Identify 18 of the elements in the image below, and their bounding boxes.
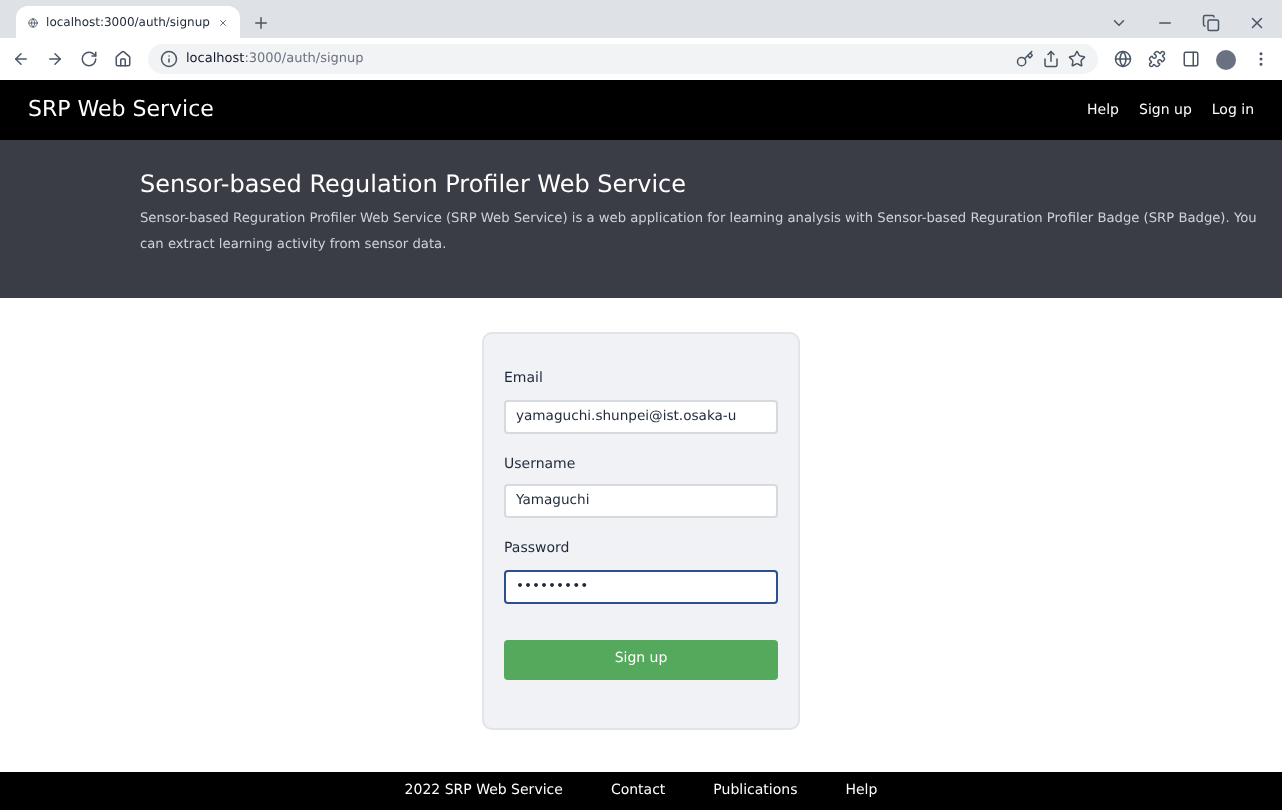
forward-icon[interactable] [46,50,64,68]
star-icon[interactable] [1068,50,1086,68]
close-icon[interactable] [1248,13,1266,31]
home-icon[interactable] [114,50,132,68]
globe-icon[interactable] [1114,50,1132,68]
brand-link[interactable]: SRP Web Service [28,93,1088,127]
globe-icon[interactable] [28,13,39,31]
side-panel-icon[interactable] [1182,50,1200,68]
hero-title: Sensor-based Regulation Profiler Web Service [140,168,689,202]
key-icon[interactable] [1016,50,1034,68]
info-icon[interactable] [160,50,178,68]
plus-icon[interactable] [252,13,270,31]
puzzle-icon[interactable] [1148,50,1166,68]
restore-icon[interactable] [1202,13,1220,31]
avatar-icon[interactable] [1216,49,1236,69]
back-icon[interactable] [12,50,30,68]
reload-icon[interactable] [80,50,98,68]
share-icon[interactable] [1042,50,1060,68]
